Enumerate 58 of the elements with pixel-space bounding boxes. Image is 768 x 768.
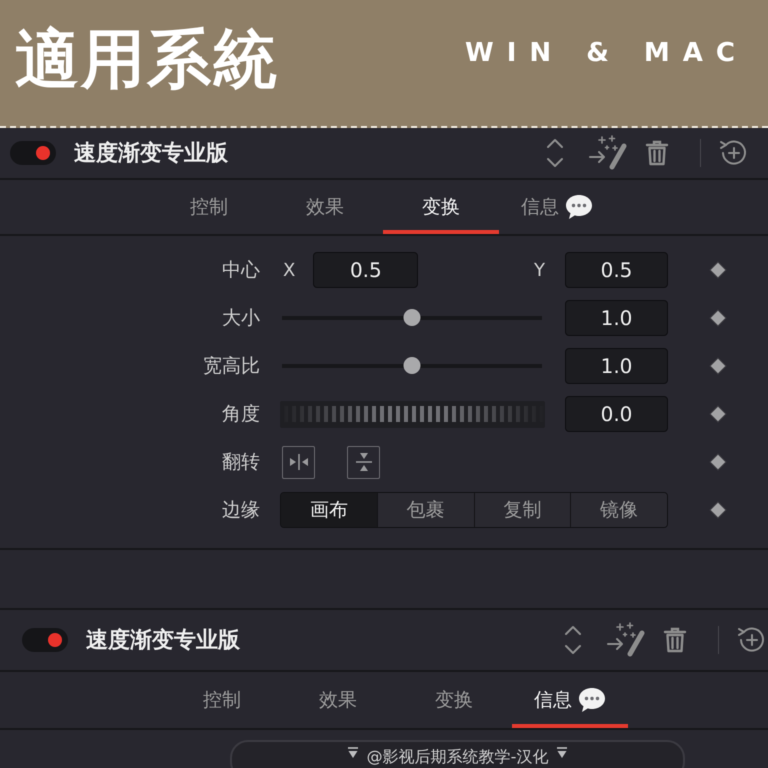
keyframe-diamond-icon[interactable] [709,309,727,327]
delete-button[interactable] [645,140,669,166]
chevrons-up-down-icon [563,623,583,657]
chat-bubble-icon [565,194,593,220]
segment-option[interactable]: 画布 [281,493,378,527]
keyframe-diamond-icon[interactable] [709,405,727,423]
keyframe-diamond-icon[interactable] [709,357,727,375]
magic-wand-button[interactable] [606,622,646,658]
slider-thumb[interactable] [404,309,420,326]
row-label: 宽高比 [203,354,260,379]
row-label: 角度 [222,402,260,427]
dropdown[interactable]: @影视后期系统教学-汉化 [230,740,685,768]
chat-bubble-icon [578,687,606,713]
axis-label: Y [534,260,545,280]
tab[interactable]: 信息 [499,180,615,234]
keyframe-diamond-icon[interactable] [709,453,727,471]
keyframe-diamond-icon[interactable] [709,261,727,279]
panel-title: 速度渐变专业版 [86,626,240,655]
panel-title: 速度渐变专业版 [74,140,228,168]
value-field[interactable]: 0.5 [313,252,418,288]
banner-subtitle: WIN & MAC [465,38,748,68]
tab[interactable]: 效果 [280,672,396,728]
toggle-switch[interactable] [22,628,68,652]
flip-horizontal-icon [288,453,310,471]
tab[interactable]: 效果 [267,180,383,234]
row-label: 翻转 [222,450,260,475]
trash-icon [663,627,687,653]
jog-wheel[interactable] [280,400,545,428]
chevrons-up-down-icon [545,136,565,170]
value-field[interactable]: 0.5 [565,252,668,288]
delete-button[interactable] [663,627,687,653]
slider-thumb[interactable] [404,357,420,374]
keyframe-diamond-icon[interactable] [709,501,727,519]
row-label: 中心 [222,258,260,283]
tab[interactable]: 信息 [512,672,628,728]
tab[interactable]: 变换 [396,672,512,728]
value-field[interactable]: 0.0 [565,396,668,432]
flip-vertical-icon [354,451,372,473]
row-label: 大小 [222,306,260,331]
value-field[interactable]: 1.0 [565,300,668,336]
axis-label: X [283,260,296,280]
value-field[interactable]: 1.0 [565,348,668,384]
flip-horizontal-button[interactable] [282,446,315,478]
reorder-button[interactable] [563,623,583,657]
tab[interactable]: 控制 [151,180,267,234]
magic-wand-icon [588,135,628,171]
toggle-switch[interactable] [10,141,56,165]
magic-wand-icon [606,622,646,658]
flip-vertical-button[interactable] [347,446,380,478]
caret-down-icon [556,747,568,759]
tab[interactable]: 变换 [383,180,499,234]
trash-icon [645,140,669,166]
row-label: 边缘 [222,498,260,523]
tab[interactable]: 控制 [164,672,280,728]
banner-title: 適用系統 [15,24,279,96]
reorder-button[interactable] [545,136,565,170]
caret-down-icon [346,747,359,759]
magic-wand-button[interactable] [588,135,628,171]
